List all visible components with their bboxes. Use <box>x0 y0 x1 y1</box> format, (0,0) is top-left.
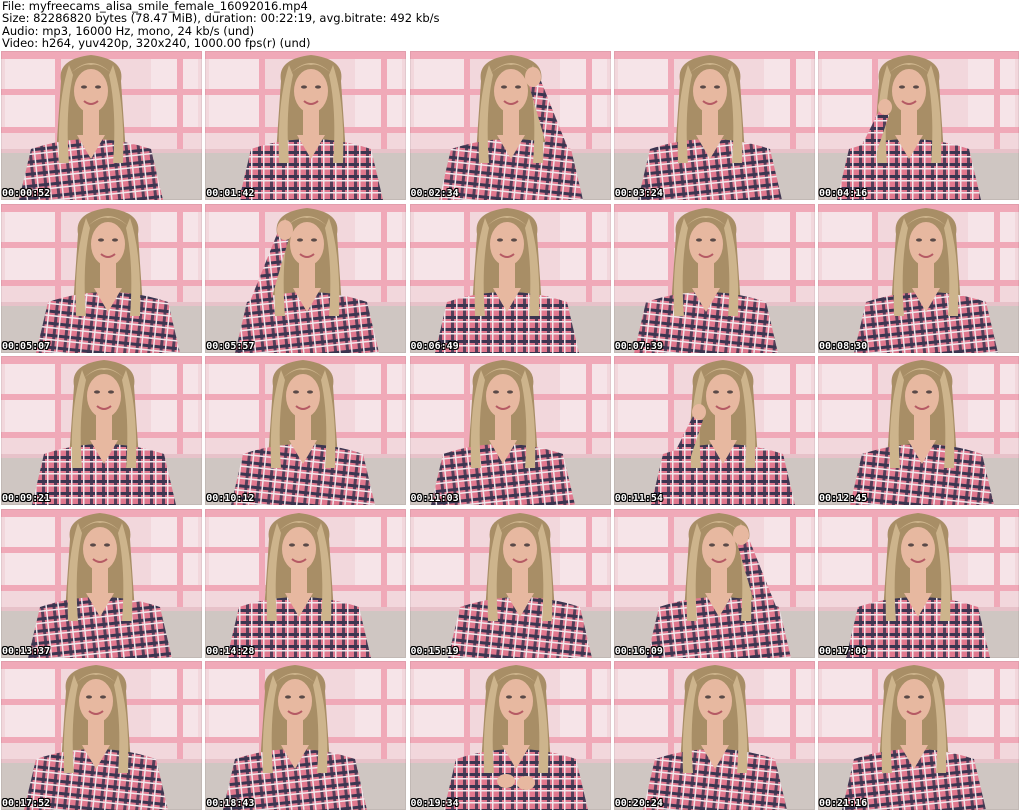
video-thumbnail-12: 00:10:12 <box>205 356 407 505</box>
frame-image <box>613 356 815 505</box>
frame-image <box>1 51 202 200</box>
video-thumbnail-7: 00:05:57 <box>205 203 407 353</box>
thumbnail-timestamp: 00:04:16 <box>819 188 868 199</box>
thumbnail-timestamp: 00:12:45 <box>819 493 868 504</box>
frame-image <box>613 508 815 658</box>
video-thumbnail-19: 00:16:09 <box>613 508 815 658</box>
thumbnail-timestamp: 00:03:24 <box>614 188 663 199</box>
video-thumbnail-3: 00:02:34 <box>409 51 611 200</box>
thumbnail-timestamp: 00:11:03 <box>410 493 459 504</box>
video-thumbnail-24: 00:20:24 <box>613 661 815 810</box>
thumbnail-timestamp: 00:10:12 <box>206 493 255 504</box>
video-thumbnail-22: 00:18:43 <box>205 661 407 810</box>
thumbnail-timestamp: 00:01:42 <box>206 188 255 199</box>
frame-image <box>818 508 1019 658</box>
thumbnail-timestamp: 00:02:34 <box>410 188 459 199</box>
thumbnail-timestamp: 00:17:52 <box>2 798 51 809</box>
frame-image <box>818 203 1019 353</box>
frame-image <box>409 661 611 810</box>
video-thumbnail-5: 00:04:16 <box>818 51 1019 200</box>
frame-image <box>409 51 611 200</box>
frame-image <box>818 661 1019 810</box>
video-thumbnail-2: 00:01:42 <box>205 51 407 200</box>
thumbnail-timestamp: 00:20:24 <box>614 798 663 809</box>
frame-image <box>205 661 407 810</box>
thumbnail-timestamp: 00:21:16 <box>819 798 868 809</box>
thumbnail-timestamp: 00:05:07 <box>2 340 51 352</box>
frame-image <box>1 203 202 353</box>
video-thumbnail-23: 00:19:34 <box>409 661 611 810</box>
thumbnail-timestamp: 00:16:09 <box>614 645 663 657</box>
video-thumbnail-6: 00:05:07 <box>1 203 202 353</box>
video-thumbnail-25: 00:21:16 <box>818 661 1019 810</box>
thumbnail-timestamp: 00:13:37 <box>2 645 51 657</box>
thumbnail-timestamp: 00:06:49 <box>410 340 459 352</box>
thumbnail-timestamp: 00:11:54 <box>614 493 663 504</box>
video-thumbnail-4: 00:03:24 <box>613 51 815 200</box>
video-thumbnail-14: 00:11:54 <box>613 356 815 505</box>
frame-image <box>613 661 815 810</box>
frame-image <box>818 356 1019 505</box>
thumbnail-timestamp: 00:08:30 <box>819 340 868 352</box>
frame-image <box>613 203 815 353</box>
thumbnail-timestamp: 00:00:52 <box>2 188 51 199</box>
video-info-line: Video: h264, yuv420p, 320x240, 1000.00 f… <box>2 36 311 51</box>
frame-image <box>1 356 202 505</box>
file-info-header: File: myfreecams_alisa_smile_female_1609… <box>2 0 1020 50</box>
frame-image <box>1 508 202 658</box>
frame-image <box>818 51 1019 200</box>
video-thumbnail-1: 00:00:52 <box>1 51 202 200</box>
thumbnail-grid: 00:00:52 00:01:42 00:02:34 00:03:24 00:0… <box>1 51 1023 810</box>
frame-image <box>409 508 611 658</box>
thumbnail-timestamp: 00:15:19 <box>410 645 459 657</box>
video-thumbnail-10: 00:08:30 <box>818 203 1019 353</box>
video-thumbnail-8: 00:06:49 <box>409 203 611 353</box>
video-thumbnail-9: 00:07:39 <box>613 203 815 353</box>
frame-image <box>613 51 815 200</box>
video-thumbnail-18: 00:15:19 <box>409 508 611 658</box>
thumbnail-timestamp: 00:09:21 <box>2 493 51 504</box>
file-size-line: Size: 82286820 bytes (78.47 MiB), durati… <box>2 11 440 26</box>
thumbnail-timestamp: 00:07:39 <box>614 340 663 352</box>
thumbnail-timestamp: 00:14:28 <box>206 645 255 657</box>
frame-image <box>1 661 202 810</box>
thumbnail-timestamp: 00:19:34 <box>410 798 459 809</box>
video-thumbnail-17: 00:14:28 <box>205 508 407 658</box>
frame-image <box>205 356 407 505</box>
frame-image <box>409 356 611 505</box>
thumbnail-timestamp: 00:17:00 <box>819 645 868 657</box>
frame-image <box>205 203 407 353</box>
video-thumbnail-20: 00:17:00 <box>818 508 1019 658</box>
video-thumbnail-15: 00:12:45 <box>818 356 1019 505</box>
frame-image <box>409 203 611 353</box>
video-thumbnail-11: 00:09:21 <box>1 356 202 505</box>
thumbnail-timestamp: 00:18:43 <box>206 798 255 809</box>
thumbnail-timestamp: 00:05:57 <box>206 340 255 352</box>
video-thumbnail-21: 00:17:52 <box>1 661 202 810</box>
video-thumbnail-16: 00:13:37 <box>1 508 202 658</box>
frame-image <box>205 508 407 658</box>
frame-image <box>205 51 407 200</box>
video-thumbnail-13: 00:11:03 <box>409 356 611 505</box>
